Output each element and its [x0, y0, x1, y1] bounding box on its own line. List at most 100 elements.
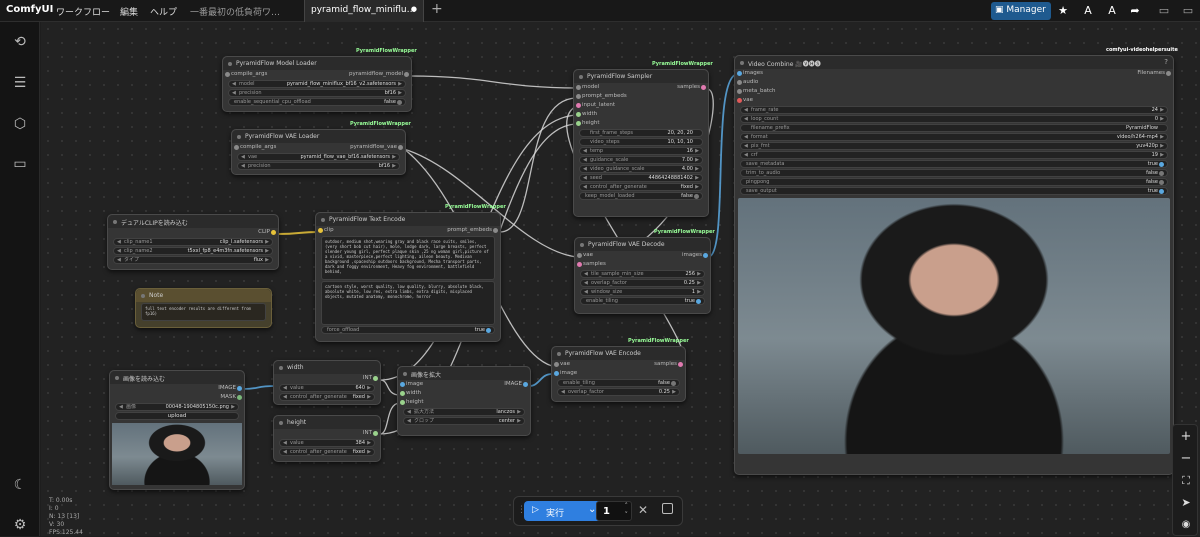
manager-button[interactable]: ▣ Manager	[991, 2, 1051, 20]
menu-help[interactable]: ヘルプ	[150, 5, 177, 18]
share-icon[interactable]: ➦	[1127, 3, 1143, 19]
output-slot[interactable]	[237, 395, 242, 400]
node-upscale[interactable]: 画像を拡大 image IMAGE width height ◀ 拡大方法 lancz…	[397, 366, 531, 436]
upload-button[interactable]: upload	[115, 412, 239, 420]
input-slot[interactable]	[737, 71, 742, 76]
zoom-out-icon[interactable]: −	[1176, 449, 1196, 469]
output-slot[interactable]	[271, 230, 276, 235]
input-slot[interactable]	[576, 121, 581, 126]
input-slot[interactable]	[554, 371, 559, 376]
widget-guidance-scale[interactable]: ◀ guidance_scale 7.00 ▶	[579, 156, 703, 164]
widget-image-file[interactable]: ◀ 画像 00048-1904805150c.png ▶	[115, 403, 239, 411]
chevron-down-icon[interactable]: ˅	[625, 511, 629, 519]
widget-crf[interactable]: ◀ crf 19 ▶	[740, 151, 1168, 159]
translate-icon[interactable]: A	[1080, 3, 1096, 19]
widget-clip-name2[interactable]: ◀ clip_name2 t5xxl_fp8_e4m3fn.safetensors ▶	[113, 247, 273, 255]
widget-upscale-method[interactable]: ◀ 拡大方法 lanczos ▶	[403, 408, 525, 416]
tab-workflow-1[interactable]: 一番最初の低負荷ワ…	[184, 0, 302, 22]
widget-overlap-factor[interactable]: ◀ overlap_factor 0.25 ▶	[580, 279, 705, 287]
video-preview[interactable]	[738, 198, 1170, 454]
help-icon[interactable]: ?	[1164, 58, 1168, 66]
widget-control-after-generate[interactable]: ◀ control_after_generate fixed ▶	[579, 183, 703, 191]
model-library-icon[interactable]: ▭	[10, 154, 30, 174]
theme-toggle-icon[interactable]: ☾	[10, 475, 30, 495]
widget-type[interactable]: ◀ タイプ flux ▶	[113, 256, 273, 264]
input-slot[interactable]	[576, 85, 581, 90]
node-text-encode[interactable]: PyramidFlow Text Encode clip prompt_embed…	[315, 212, 501, 342]
input-slot[interactable]	[318, 228, 323, 233]
panel-bottom-icon[interactable]: ▭	[1180, 3, 1196, 19]
node-sampler[interactable]: PyramidFlow Sampler model samples prompt_…	[573, 69, 709, 217]
widget-first-frame-steps[interactable]: first_frame_steps 20, 20, 20	[579, 129, 703, 137]
input-slot[interactable]	[577, 262, 582, 267]
input-slot[interactable]	[737, 89, 742, 94]
node-vae-encode[interactable]: PyramidFlow VAE Encode vae samples image …	[551, 346, 686, 402]
node-dual-clip[interactable]: デュアルCLIPを読み込む CLIP ◀ clip_name1 clip_l.saf…	[107, 214, 279, 270]
history-icon[interactable]: ⟲	[10, 32, 30, 52]
output-slot[interactable]	[373, 376, 378, 381]
input-slot[interactable]	[400, 391, 405, 396]
node-vae-decode[interactable]: PyramidFlow VAE Decode vae images samples…	[574, 237, 711, 314]
node-load-image[interactable]: 画像を読み込む IMAGE MASK ◀ 画像 00048-1904805150c.…	[109, 370, 245, 490]
widget-tile-sample-min-size[interactable]: ◀ tile_sample_min_size 256 ▶	[580, 270, 705, 278]
output-slot[interactable]	[701, 85, 706, 90]
output-slot[interactable]	[237, 386, 242, 391]
node-library-icon[interactable]: ⬡	[10, 114, 30, 134]
widget-video-steps[interactable]: video_steps 10, 10, 10	[579, 138, 703, 146]
node-model-loader[interactable]: PyramidFlow Model Loader compile_args pyr…	[222, 56, 412, 112]
widget-clip-name1[interactable]: ◀ clip_name1 clip_l.safetensors ▶	[113, 238, 273, 246]
translate-alt-icon[interactable]: A	[1104, 3, 1120, 19]
input-slot[interactable]	[576, 94, 581, 99]
input-slot[interactable]	[576, 112, 581, 117]
input-slot[interactable]	[225, 72, 230, 77]
pointer-mode-icon[interactable]: ➤	[1176, 493, 1196, 513]
node-video-combine[interactable]: Video Combine 🎥🅥🅗🅢 ? images Filenames aud…	[734, 55, 1174, 475]
widget-window-size[interactable]: ◀ window_size 1 ▶	[580, 288, 705, 296]
widget-frame-rate[interactable]: ◀ frame_rate 24 ▶	[740, 106, 1168, 114]
tab-workflow-2[interactable]: pyramid_flow_miniflu… ●	[304, 0, 424, 22]
widget-model[interactable]: ◀ model pyramid_flow_miniflux_bf16_v2.safe…	[228, 80, 406, 88]
widget-value[interactable]: ◀ value 384 ▶	[279, 439, 375, 447]
panel-toggle-icon[interactable]: ▭	[1156, 3, 1172, 19]
widget-value[interactable]: ◀ value 640 ▶	[279, 384, 375, 392]
node-height[interactable]: height INT ◀ value 384 ▶ ◀ control_after_gen…	[273, 415, 381, 462]
input-slot[interactable]	[400, 400, 405, 405]
widget-video-guidance-scale[interactable]: ◀ video_guidance_scale 4.00 ▶	[579, 165, 703, 173]
widget-vae[interactable]: ◀ vae pyramid_flow_vae_bf16.safetensors ▶	[237, 153, 400, 161]
widget-force-offload[interactable]: force_offload true	[321, 326, 495, 334]
widget-keep-model-loaded[interactable]: keep_model_loaded false	[579, 192, 703, 200]
input-slot[interactable]	[576, 103, 581, 108]
output-slot[interactable]	[398, 145, 403, 150]
node-note[interactable]: Note full text encoder results are diffe…	[135, 288, 272, 328]
node-vae-loader[interactable]: PyramidFlow VAE Loader compile_args pyram…	[231, 129, 406, 175]
widget-filename-prefix[interactable]: filename_prefix PyramidFlow	[740, 124, 1168, 132]
stop-icon[interactable]	[662, 503, 673, 514]
chevron-up-icon[interactable]: ˄	[625, 502, 629, 510]
star-icon[interactable]: ★	[1055, 3, 1071, 19]
widget-crop[interactable]: ◀ クロップ center ▶	[403, 417, 525, 425]
widget-precision[interactable]: ◀ precision bf16 ▶	[228, 89, 406, 97]
widget-temp[interactable]: ◀ temp 16 ▶	[579, 147, 703, 155]
input-slot[interactable]	[737, 98, 742, 103]
output-slot[interactable]	[404, 72, 409, 77]
output-slot[interactable]	[678, 362, 683, 367]
widget-seed[interactable]: ◀ seed 44864248881402 ▶	[579, 174, 703, 182]
queue-icon[interactable]: ☰	[10, 73, 30, 93]
app-logo[interactable]: ComfyUI	[6, 4, 53, 15]
note-text[interactable]: full text encoder results are different …	[141, 303, 266, 321]
input-slot[interactable]	[400, 382, 405, 387]
widget-loop-count[interactable]: ◀ loop_count 0 ▶	[740, 115, 1168, 123]
new-tab-button[interactable]: +	[431, 1, 443, 17]
menu-workflow[interactable]: ワークフロー	[56, 5, 110, 18]
widget-overlap-factor[interactable]: ◀ overlap_factor 0.25 ▶	[557, 388, 680, 396]
output-slot[interactable]	[373, 431, 378, 436]
output-slot[interactable]	[493, 228, 498, 233]
menu-edit[interactable]: 編集	[120, 5, 138, 18]
widget-precision[interactable]: ◀ precision bf16 ▶	[237, 162, 400, 170]
input-slot[interactable]	[234, 145, 239, 150]
widget-control-after-generate[interactable]: ◀ control_after_generate fixed ▶	[279, 393, 375, 401]
widget-pix-fmt[interactable]: ◀ pix_fmt yuv420p ▶	[740, 142, 1168, 150]
input-slot[interactable]	[737, 80, 742, 85]
zoom-in-icon[interactable]: +	[1176, 427, 1196, 447]
widget-enable-tiling[interactable]: enable_tiling true	[580, 297, 705, 305]
